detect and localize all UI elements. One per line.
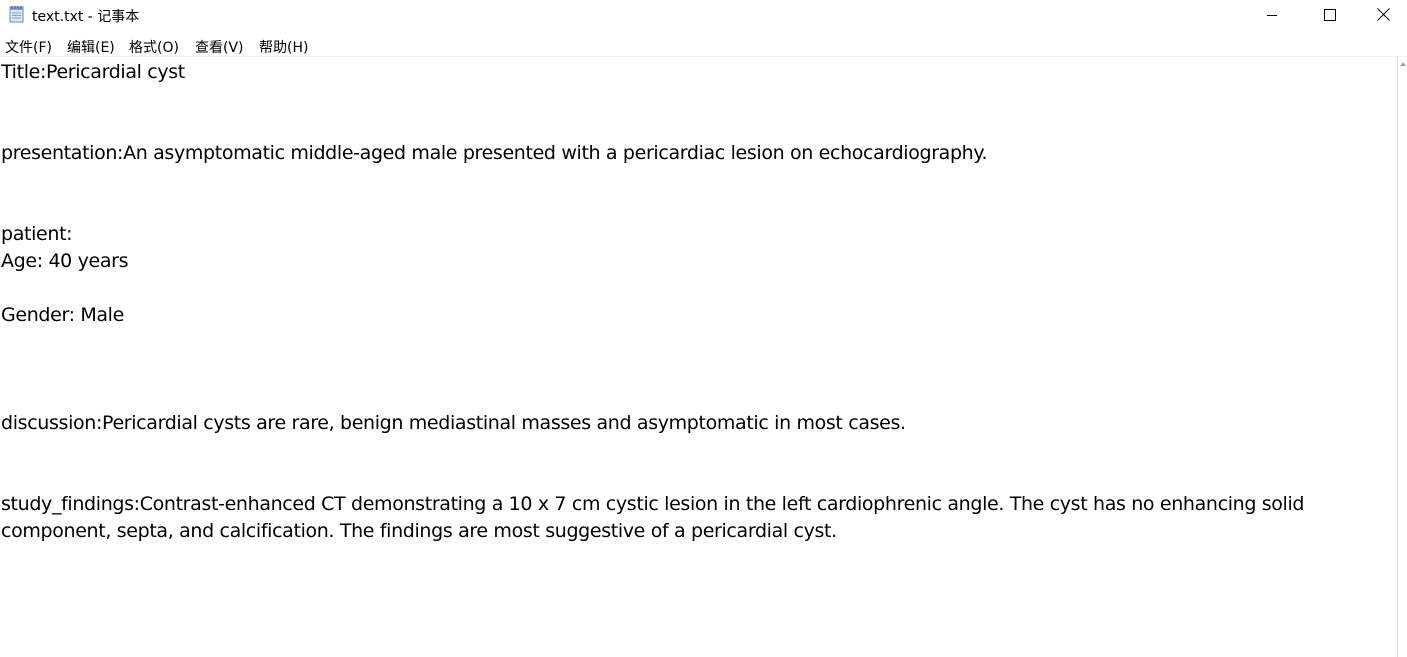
maximize-icon <box>1324 6 1336 25</box>
menu-bar: 文件(F) 编辑(E) 格式(O) 查看(V) 帮助(H) <box>0 31 1407 57</box>
document-line: component, septa, and calcification. The… <box>1 520 837 542</box>
minimize-button[interactable] <box>1243 0 1301 30</box>
close-button[interactable] <box>1359 0 1407 30</box>
minimize-icon <box>1266 6 1278 25</box>
document-line: Gender: Male <box>1 304 124 326</box>
notepad-window: text.txt - 记事本 文件(F) 编辑(E) 格式(O) 查看(V) 帮… <box>0 0 1407 657</box>
menu-help[interactable]: 帮助(H) <box>259 37 308 57</box>
document-line: patient: <box>1 223 73 245</box>
menu-edit[interactable]: 编辑(E) <box>67 37 115 57</box>
document-line: Title:Pericardial cyst <box>1 61 185 83</box>
window-title: text.txt - 记事本 <box>32 9 140 25</box>
title-bar[interactable]: text.txt - 记事本 <box>0 0 1407 31</box>
scroll-up-arrow-icon[interactable] <box>1400 62 1406 66</box>
maximize-button[interactable] <box>1301 0 1359 30</box>
document-line: Age: 40 years <box>1 250 129 272</box>
menu-file[interactable]: 文件(F) <box>5 37 52 57</box>
document-line: study_findings:Contrast-enhanced CT demo… <box>1 493 1305 515</box>
document-line: discussion:Pericardial cysts are rare, b… <box>1 412 906 434</box>
vertical-scrollbar[interactable] <box>1397 57 1407 657</box>
text-editor[interactable]: Title:Pericardial cyst presentation:An a… <box>0 57 1397 657</box>
notepad-icon[interactable] <box>9 5 25 23</box>
document-line: presentation:An asymptomatic middle-aged… <box>1 142 988 164</box>
close-icon <box>1376 6 1390 25</box>
menu-format[interactable]: 格式(O) <box>129 37 179 57</box>
menu-view[interactable]: 查看(V) <box>195 37 244 57</box>
